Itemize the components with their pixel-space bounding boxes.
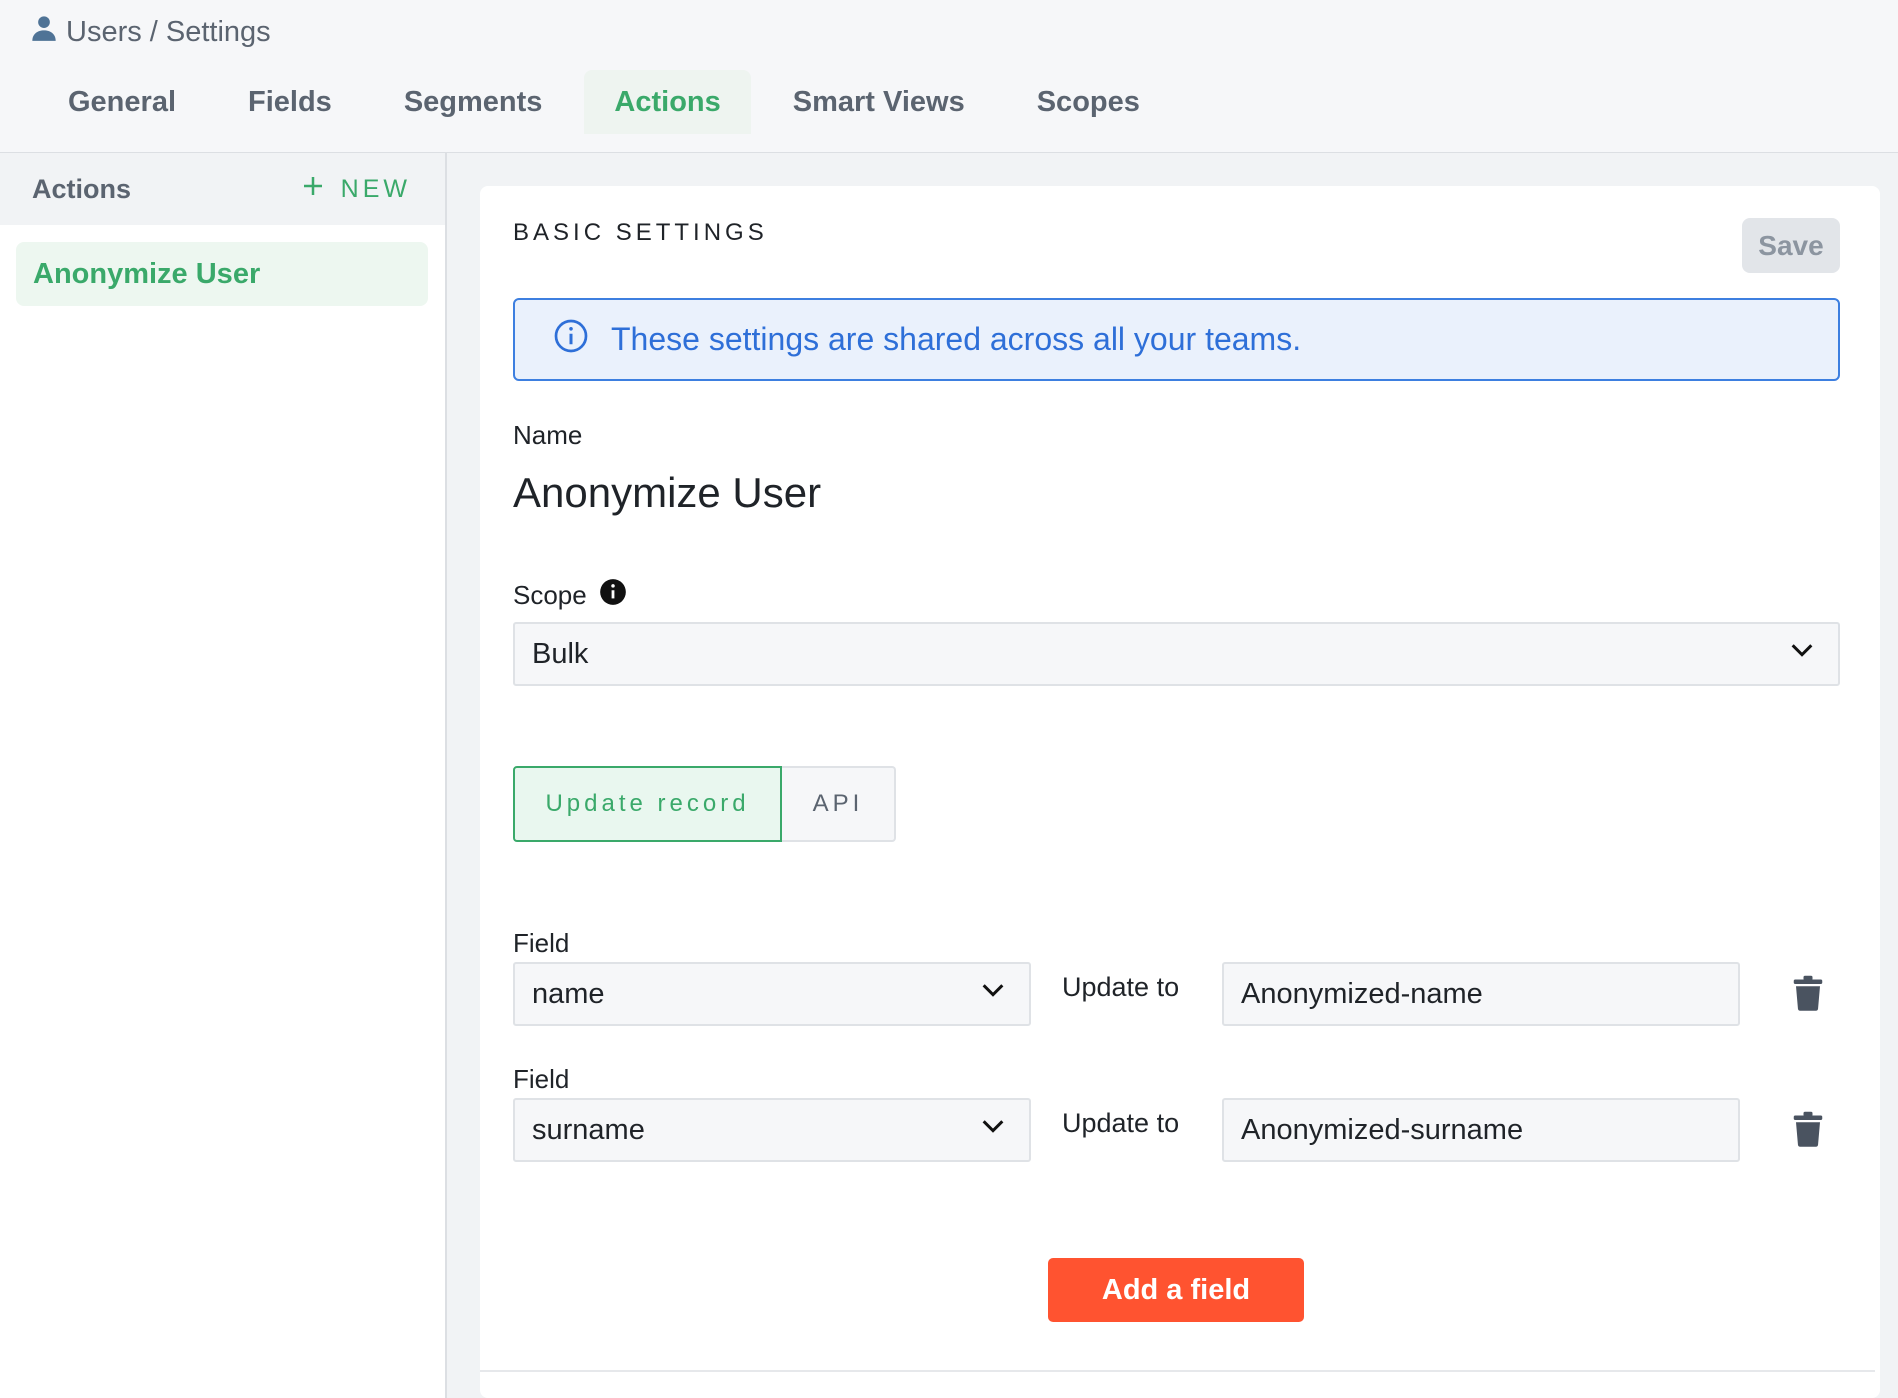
- tab-fields[interactable]: Fields: [218, 70, 362, 134]
- breadcrumb-text[interactable]: Users / Settings: [66, 16, 271, 49]
- info-filled-icon[interactable]: [599, 578, 627, 613]
- field-value: name: [532, 977, 605, 1010]
- basic-settings-card: BASIC SETTINGS Save These settings are s…: [480, 186, 1880, 1398]
- tab-smart-views[interactable]: Smart Views: [763, 70, 995, 134]
- update-value-input[interactable]: [1222, 1098, 1740, 1162]
- field-value: surname: [532, 1113, 645, 1146]
- scope-label: Scope: [513, 580, 587, 610]
- info-icon: [553, 318, 589, 362]
- field-select[interactable]: surname: [513, 1098, 1031, 1162]
- sidebar-item-anonymize-user[interactable]: Anonymize User: [16, 242, 428, 306]
- update-to-label: Update to: [1062, 1108, 1180, 1138]
- trash-icon[interactable]: [1792, 1111, 1824, 1147]
- scope-value: Bulk: [532, 637, 589, 670]
- update-record-option[interactable]: Update record: [513, 766, 782, 842]
- user-icon: [30, 14, 58, 50]
- new-action-button[interactable]: NEW: [301, 174, 411, 205]
- save-button[interactable]: Save: [1742, 218, 1840, 273]
- info-text: These settings are shared across all you…: [611, 321, 1302, 357]
- add-field-button[interactable]: Add a field: [1048, 1258, 1304, 1322]
- tab-segments[interactable]: Segments: [374, 70, 573, 134]
- action-type-toggle: Update record API: [513, 766, 896, 842]
- sidebar-header: Actions NEW: [0, 153, 445, 225]
- api-option[interactable]: API: [782, 766, 896, 842]
- field-select[interactable]: name: [513, 962, 1031, 1026]
- info-banner: These settings are shared across all you…: [513, 298, 1840, 381]
- sidebar-title: Actions: [32, 173, 132, 204]
- field-label: Field: [513, 928, 570, 958]
- action-name[interactable]: Anonymize User: [513, 469, 821, 517]
- tab-general[interactable]: General: [38, 70, 206, 134]
- chevron-down-icon: [1788, 636, 1816, 672]
- top-header: Users / Settings General Fields Segments…: [0, 0, 1898, 153]
- trash-icon[interactable]: [1792, 975, 1824, 1011]
- actions-sidebar: Actions NEW Anonymize User: [0, 153, 447, 1398]
- breadcrumb: Users / Settings: [30, 14, 271, 50]
- tab-scopes[interactable]: Scopes: [1007, 70, 1170, 134]
- name-label: Name: [513, 420, 583, 450]
- scope-select[interactable]: Bulk: [513, 622, 1840, 686]
- field-label: Field: [513, 1064, 570, 1094]
- card-title: BASIC SETTINGS: [513, 219, 768, 246]
- plus-icon: [301, 174, 325, 205]
- tab-actions[interactable]: Actions: [584, 70, 751, 134]
- card-divider: [480, 1370, 1875, 1372]
- scope-label-row: Scope: [513, 578, 627, 613]
- chevron-down-icon: [979, 1112, 1007, 1148]
- chevron-down-icon: [979, 976, 1007, 1012]
- update-to-label: Update to: [1062, 972, 1180, 1002]
- new-label: NEW: [340, 174, 411, 203]
- settings-tabs: General Fields Segments Actions Smart Vi…: [38, 70, 1182, 134]
- update-value-input[interactable]: [1222, 962, 1740, 1026]
